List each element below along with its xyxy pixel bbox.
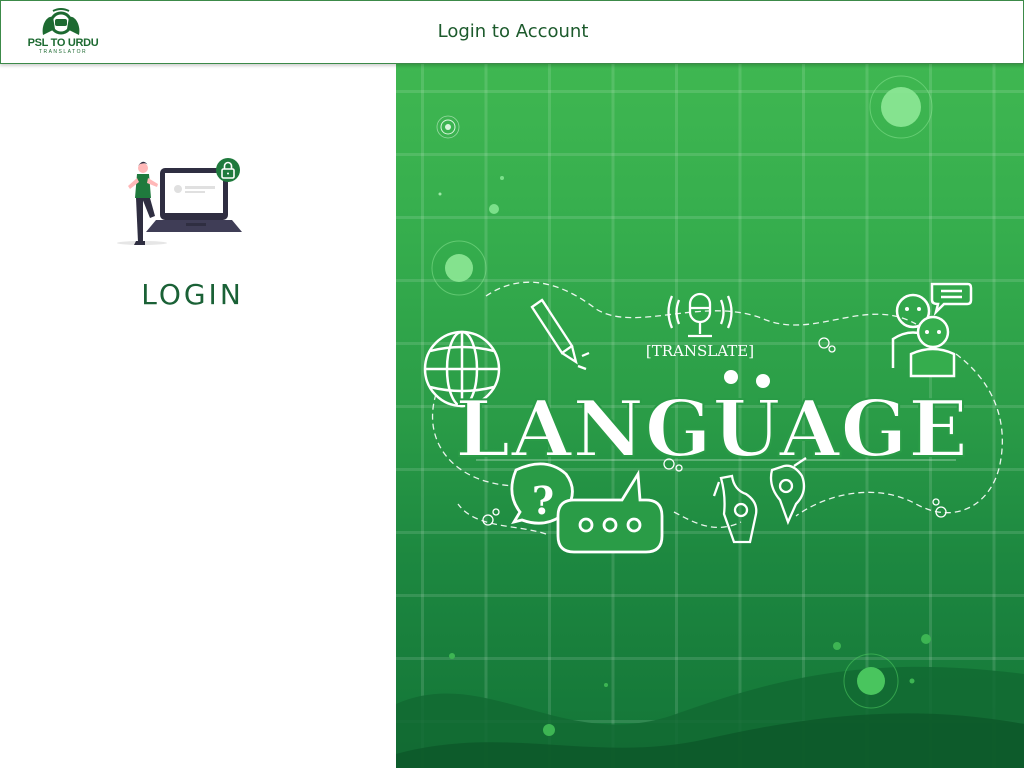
banner-artwork: ? [TRANSLATE] LANGUAGE [396, 75, 1024, 768]
login-heading: LOGIN [141, 278, 244, 311]
login-illustration [117, 158, 242, 245]
decor-dot [449, 653, 455, 659]
login-panel: LOGIN [0, 64, 396, 768]
decor-circle [445, 254, 473, 282]
decor-circle [881, 87, 921, 127]
decor-dot [833, 642, 841, 650]
decor-dot [445, 124, 451, 130]
decor-circle [857, 667, 885, 695]
decor-dot [909, 678, 915, 684]
microphone-icon [667, 292, 733, 338]
page-title: Login to Account [437, 21, 589, 42]
decor-dot [543, 724, 555, 736]
ellipsis-bubble-icon [556, 469, 664, 554]
translate-tag: [TRANSLATE] [646, 342, 754, 360]
decor-dot [500, 176, 504, 180]
people-chat-icon [891, 282, 973, 378]
decor-dot [604, 683, 608, 687]
umlaut-dot [756, 374, 770, 388]
umlaut-dot [724, 370, 738, 384]
decor-dot [489, 204, 499, 214]
hero-banner: ? [TRANSLATE] LANGUAGE [396, 64, 1024, 768]
question-mark: ? [532, 478, 554, 523]
pencil-icon [530, 298, 590, 371]
decor-dot [921, 634, 931, 644]
decor-dot [438, 192, 442, 196]
hand-ok-icon [712, 474, 758, 544]
language-word: LANGUAGE [455, 384, 968, 475]
top-header: PSL TO URDU TRANSLATOR Login to Account [0, 0, 1024, 64]
